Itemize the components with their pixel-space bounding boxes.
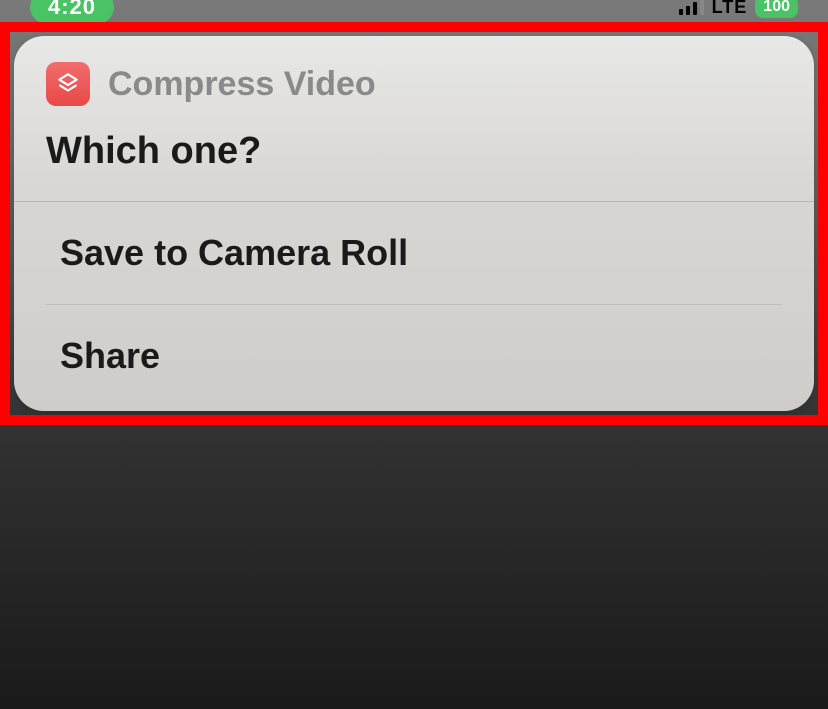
action-sheet: Compress Video Which one? Save to Camera… xyxy=(14,36,814,411)
option-save-camera-roll[interactable]: Save to Camera Roll xyxy=(46,202,782,305)
app-icon xyxy=(46,62,90,106)
status-bar: 4:20 LTE 100 xyxy=(0,0,828,20)
option-share[interactable]: Share xyxy=(46,305,782,411)
battery-icon: 100 xyxy=(755,0,798,18)
signal-icon xyxy=(679,0,704,15)
time-pill[interactable]: 4:20 xyxy=(30,0,114,24)
sheet-question: Which one? xyxy=(14,120,814,202)
compress-icon xyxy=(55,71,81,97)
app-title: Compress Video xyxy=(108,65,376,104)
network-label: LTE xyxy=(712,0,748,18)
status-right: LTE 100 xyxy=(679,0,798,18)
option-list: Save to Camera Roll Share xyxy=(14,202,814,411)
sheet-header: Compress Video xyxy=(14,36,814,120)
annotation-highlight: Compress Video Which one? Save to Camera… xyxy=(0,22,828,425)
